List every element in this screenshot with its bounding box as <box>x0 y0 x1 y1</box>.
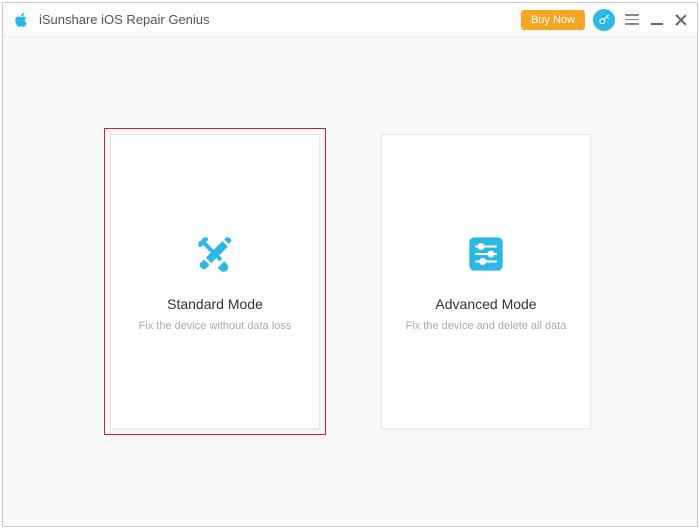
standard-mode-title: Standard Mode <box>167 296 263 312</box>
advanced-mode-title: Advanced Mode <box>435 296 536 312</box>
menu-icon[interactable] <box>623 12 641 27</box>
advanced-mode-wrap: Advanced Mode Fix the device and delete … <box>376 129 596 434</box>
app-window: iSunshare iOS Repair Genius Buy Now <box>2 2 698 527</box>
tools-icon <box>193 232 237 276</box>
close-button[interactable] <box>673 12 689 28</box>
titlebar-actions: Buy Now <box>521 9 689 31</box>
advanced-mode-card[interactable]: Advanced Mode Fix the device and delete … <box>381 134 591 429</box>
minimize-button[interactable] <box>649 12 665 28</box>
main-content: Standard Mode Fix the device without dat… <box>3 37 697 526</box>
advanced-mode-desc: Fix the device and delete all data <box>406 320 567 332</box>
standard-mode-desc: Fix the device without data loss <box>139 320 292 332</box>
app-logo-icon <box>11 10 31 30</box>
titlebar: iSunshare iOS Repair Genius Buy Now <box>3 3 697 37</box>
buy-now-button[interactable]: Buy Now <box>521 10 585 30</box>
app-title: iSunshare iOS Repair Genius <box>39 12 521 27</box>
standard-mode-highlight: Standard Mode Fix the device without dat… <box>104 128 326 435</box>
sliders-icon <box>464 232 508 276</box>
standard-mode-card[interactable]: Standard Mode Fix the device without dat… <box>110 134 320 429</box>
key-icon[interactable] <box>593 9 615 31</box>
